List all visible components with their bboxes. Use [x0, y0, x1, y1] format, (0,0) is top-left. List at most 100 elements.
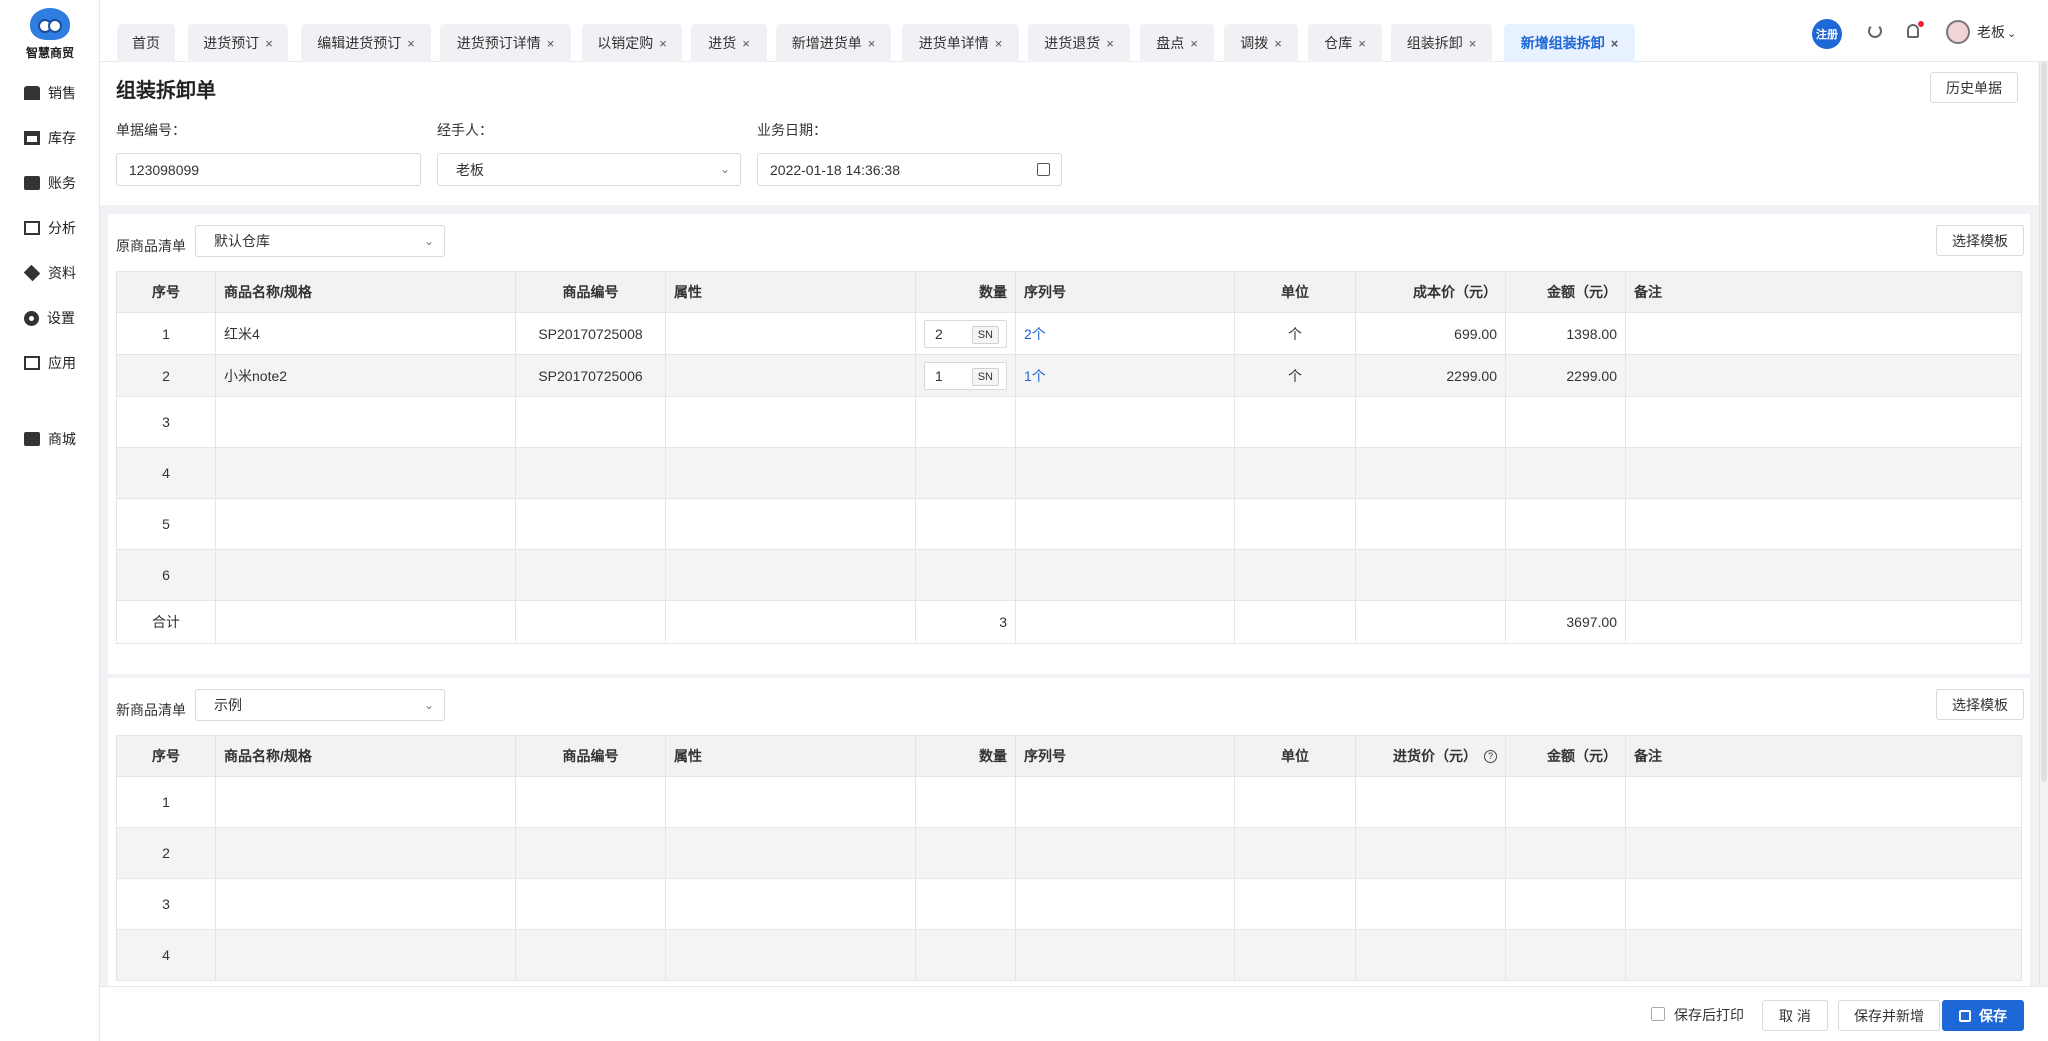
empty-cell[interactable]	[216, 550, 516, 600]
source-select-template-button[interactable]: 选择模板	[1936, 225, 2024, 256]
empty-cell[interactable]	[1016, 879, 1235, 929]
empty-cell[interactable]	[1016, 448, 1235, 498]
document-number-input[interactable]: 123098099	[116, 153, 421, 186]
empty-cell[interactable]	[1626, 550, 2022, 600]
tab-warehouse[interactable]: 仓库 ×	[1308, 24, 1382, 62]
close-icon[interactable]: ×	[659, 36, 667, 51]
close-icon[interactable]: ×	[1358, 36, 1366, 51]
empty-cell[interactable]	[1626, 448, 2022, 498]
scrollbar-thumb[interactable]	[2041, 62, 2047, 782]
tab-purchase-return[interactable]: 进货退货 ×	[1028, 24, 1130, 62]
empty-cell[interactable]	[216, 930, 516, 980]
empty-cell[interactable]	[916, 879, 1016, 929]
empty-cell[interactable]	[1626, 879, 2022, 929]
empty-cell[interactable]	[666, 777, 916, 827]
close-icon[interactable]: ×	[547, 36, 555, 51]
serial-cell[interactable]: 2个	[1016, 313, 1235, 354]
quantity-stepper[interactable]: 2 SN	[924, 319, 1007, 348]
empty-cell[interactable]	[916, 448, 1016, 498]
tab-assembly[interactable]: 组装拆卸 ×	[1391, 24, 1492, 62]
close-icon[interactable]: ×	[742, 36, 750, 51]
quantity-stepper[interactable]: 1 SN	[924, 361, 1007, 390]
tab-purchase[interactable]: 进货 ×	[691, 24, 767, 62]
tab-transfer[interactable]: 调拨 ×	[1224, 24, 1298, 62]
sidebar-item-mall[interactable]: 商城	[24, 427, 76, 451]
quantity-cell[interactable]: 1 SN	[916, 355, 1016, 396]
serial-number-button[interactable]: SN	[971, 325, 999, 344]
tab-purchase-order-details[interactable]: 进货预订详情 ×	[440, 24, 571, 62]
empty-cell[interactable]	[666, 397, 916, 447]
close-icon[interactable]: ×	[1469, 36, 1477, 51]
empty-cell[interactable]	[1626, 777, 2022, 827]
empty-cell[interactable]	[1016, 499, 1235, 549]
close-icon[interactable]: ×	[265, 36, 273, 51]
empty-cell[interactable]	[666, 448, 916, 498]
close-icon[interactable]: ×	[407, 36, 415, 51]
note-cell[interactable]	[1626, 355, 2022, 396]
sidebar-item-settings[interactable]: 设置	[24, 306, 75, 330]
empty-cell[interactable]	[216, 499, 516, 549]
close-icon[interactable]: ×	[1106, 36, 1114, 51]
handler-select[interactable]: 老板 ⌄	[437, 153, 741, 186]
close-icon[interactable]: ×	[995, 36, 1003, 51]
register-badge[interactable]: 注册	[1812, 19, 1842, 49]
empty-cell[interactable]	[666, 550, 916, 600]
serial-number-button[interactable]: SN	[971, 367, 999, 386]
table-row[interactable]: 3	[117, 879, 2022, 930]
sidebar-item-inventory[interactable]: 库存	[24, 126, 76, 150]
product-name[interactable]: 小米note2	[216, 355, 516, 396]
product-name[interactable]: 红米4	[216, 313, 516, 354]
empty-cell[interactable]	[216, 879, 516, 929]
tab-stocktake[interactable]: 盘点 ×	[1140, 24, 1214, 62]
cancel-button[interactable]: 取 消	[1762, 1000, 1828, 1031]
empty-cell[interactable]	[1626, 499, 2022, 549]
business-date-picker[interactable]: 2022-01-18 14:36:38	[757, 153, 1062, 186]
close-icon[interactable]: ×	[1274, 36, 1282, 51]
table-row[interactable]: 4	[117, 448, 2022, 499]
table-row[interactable]: 3	[117, 397, 2022, 448]
sidebar-item-analysis[interactable]: 分析	[24, 216, 76, 240]
product-attribute[interactable]	[666, 313, 916, 354]
serial-count-link[interactable]: 1个	[1024, 366, 1046, 386]
empty-cell[interactable]	[916, 777, 1016, 827]
empty-cell[interactable]	[916, 828, 1016, 878]
tab-new-purchase-order[interactable]: 新增进货单 ×	[776, 24, 891, 62]
product-attribute[interactable]	[666, 355, 916, 396]
refresh-icon[interactable]	[1868, 24, 1882, 38]
source-warehouse-select[interactable]: 默认仓库 ⌄	[195, 225, 445, 257]
help-icon[interactable]: ?	[1484, 749, 1497, 763]
table-row[interactable]: 2 小米note2 SP20170725006 1 SN 1个个 2299.00 2299.0…	[117, 355, 2022, 397]
save-and-new-button[interactable]: 保存并新增	[1838, 1000, 1940, 1031]
avatar[interactable]	[1946, 20, 1970, 44]
table-row[interactable]: 1	[117, 777, 2022, 828]
bell-icon[interactable]	[1907, 24, 1919, 38]
table-row[interactable]: 1 红米4 SP20170725008 2 SN 2个 个 699.00 1398.00	[117, 313, 2022, 355]
close-icon[interactable]: ×	[868, 36, 876, 51]
tab-new-assembly[interactable]: 新增组装拆卸 ×	[1504, 24, 1635, 62]
note-cell[interactable]	[1626, 313, 2022, 354]
table-row[interactable]: 4	[117, 930, 2022, 981]
empty-cell[interactable]	[216, 397, 516, 447]
sidebar-item-sales[interactable]: 销售	[24, 81, 76, 105]
empty-cell[interactable]	[1016, 930, 1235, 980]
empty-cell[interactable]	[666, 828, 916, 878]
empty-cell[interactable]	[666, 930, 916, 980]
tab-purchase-order-detail[interactable]: 进货单详情 ×	[902, 24, 1019, 62]
sidebar-item-accounts[interactable]: 账务	[24, 171, 76, 195]
close-icon[interactable]: ×	[1611, 36, 1619, 51]
app-logo[interactable]: 智慧商贸	[22, 8, 78, 60]
empty-cell[interactable]	[666, 879, 916, 929]
history-documents-button[interactable]: 历史单据	[1930, 72, 2018, 103]
sidebar-item-data[interactable]: 资料	[23, 261, 76, 285]
tab-order-by-sales[interactable]: 以销定购 ×	[582, 24, 682, 62]
empty-cell[interactable]	[216, 448, 516, 498]
empty-cell[interactable]	[216, 777, 516, 827]
table-row[interactable]: 5	[117, 499, 2022, 550]
new-items-example-select[interactable]: 示例 ⌄	[195, 689, 445, 721]
empty-cell[interactable]	[666, 499, 916, 549]
vertical-scrollbar[interactable]	[2039, 62, 2048, 986]
new-select-template-button[interactable]: 选择模板	[1936, 689, 2024, 720]
empty-cell[interactable]	[1626, 930, 2022, 980]
empty-cell[interactable]	[916, 550, 1016, 600]
empty-cell[interactable]	[1626, 828, 2022, 878]
